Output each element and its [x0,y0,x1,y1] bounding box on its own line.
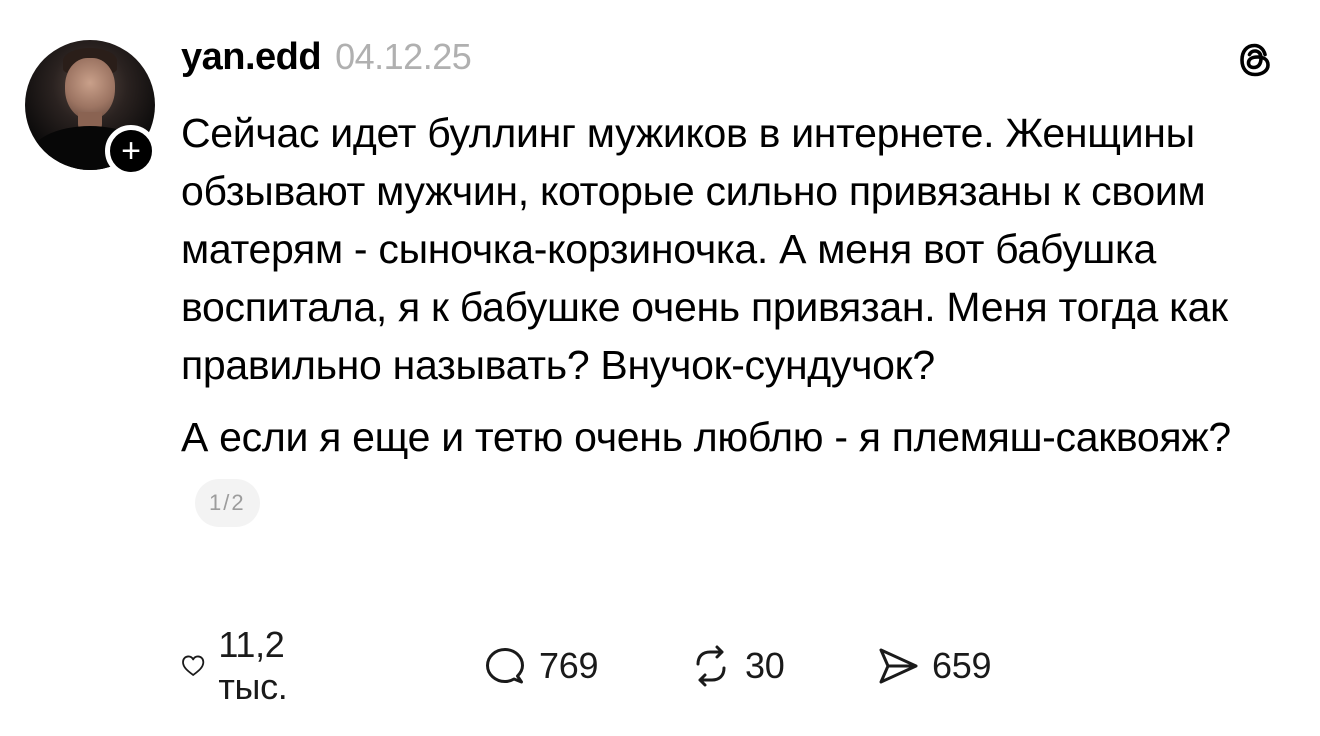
post-text-paragraph-2-text: А если я еще и тетю очень люблю - я плем… [181,414,1231,460]
thread-post: + yan.edd 04.12.25 Сейчас идет буллинг м… [0,0,1320,736]
like-button[interactable]: 11,2 тыс. [180,624,305,707]
page-indicator-badge[interactable]: 1/2 [195,479,260,528]
share-count: 659 [932,645,992,686]
post-header: yan.edd 04.12.25 [181,36,472,79]
follow-symbol: + [121,132,141,170]
post-date: 04.12.25 [335,36,472,77]
share-icon [879,648,918,684]
post-text-paragraph-2: А если я еще и тетю очень люблю - я плем… [181,404,1261,538]
username[interactable]: yan.edd [181,36,322,79]
repost-count: 30 [745,645,785,686]
follow-plus-icon[interactable]: + [105,125,157,177]
like-count: 11,2 тыс. [218,624,288,707]
post-text-paragraph: Сейчас идет буллинг мужиков в интернете.… [181,110,1228,388]
comment-icon [486,648,524,684]
repost-button[interactable]: 30 [689,640,785,692]
comment-count: 769 [539,645,599,686]
heart-icon [182,655,205,676]
post-content: Сейчас идет буллинг мужиков в интернете.… [181,104,1261,538]
threads-logo-icon[interactable] [1236,40,1276,80]
share-button[interactable]: 659 [876,640,991,692]
comment-button[interactable]: 769 [483,640,598,692]
repost-icon [696,645,726,687]
